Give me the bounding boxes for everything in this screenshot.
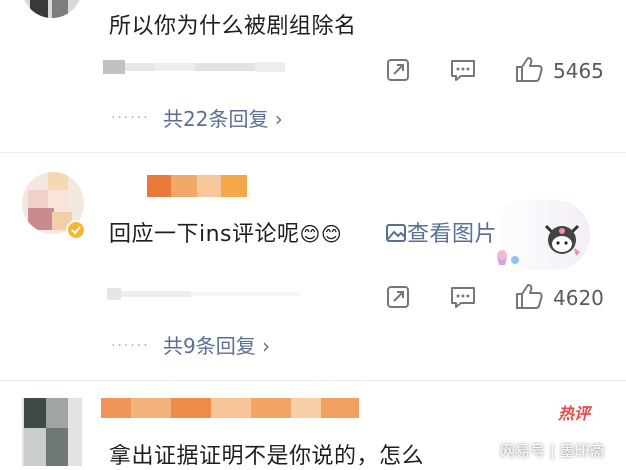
divider [0, 380, 626, 381]
watermark: 网易号 | 墨印斋 [500, 442, 605, 460]
comment-icon[interactable] [449, 57, 477, 83]
like-count: 5465 [553, 59, 604, 83]
username-blurred[interactable] [101, 398, 359, 420]
replies-link[interactable]: 共22条回复 › [163, 103, 283, 132]
character-sticker [540, 218, 584, 262]
divider [0, 152, 626, 153]
thumbs-up-icon[interactable] [514, 282, 544, 310]
forward-icon[interactable] [385, 284, 411, 310]
comment-icon[interactable] [449, 284, 477, 310]
replies-link[interactable]: 共9条回复 › [163, 330, 270, 359]
view-image-link[interactable]: 查看图片 [385, 216, 497, 248]
hot-comment-badge: 热评 [558, 404, 591, 423]
comment-text: 拿出证据证明不是你说的，怎么 [109, 444, 425, 469]
comment-meta-blurred [103, 60, 285, 74]
avatar[interactable] [22, 0, 82, 18]
comment-meta-blurred [107, 288, 301, 300]
comment-text: 回应一下ins评论呢😊😊 [109, 216, 342, 248]
verified-badge-icon [66, 220, 86, 240]
view-image-label: 查看图片 [407, 222, 498, 247]
avatar[interactable] [22, 398, 82, 466]
reply-dots: ...... [111, 106, 150, 122]
cupcake-sticker [493, 249, 523, 267]
forward-icon[interactable] [385, 57, 411, 83]
image-icon [385, 222, 407, 244]
like-count: 4620 [553, 286, 604, 310]
comment-text-body: 回应一下ins评论呢 [109, 222, 300, 247]
reply-dots: ...... [111, 334, 150, 350]
thumbs-up-icon[interactable] [514, 55, 544, 83]
username-blurred[interactable] [147, 175, 247, 197]
comment-text: 所以你为什么被剧组除名 [109, 14, 357, 39]
emoji-smile: 😊😊 [299, 222, 343, 246]
